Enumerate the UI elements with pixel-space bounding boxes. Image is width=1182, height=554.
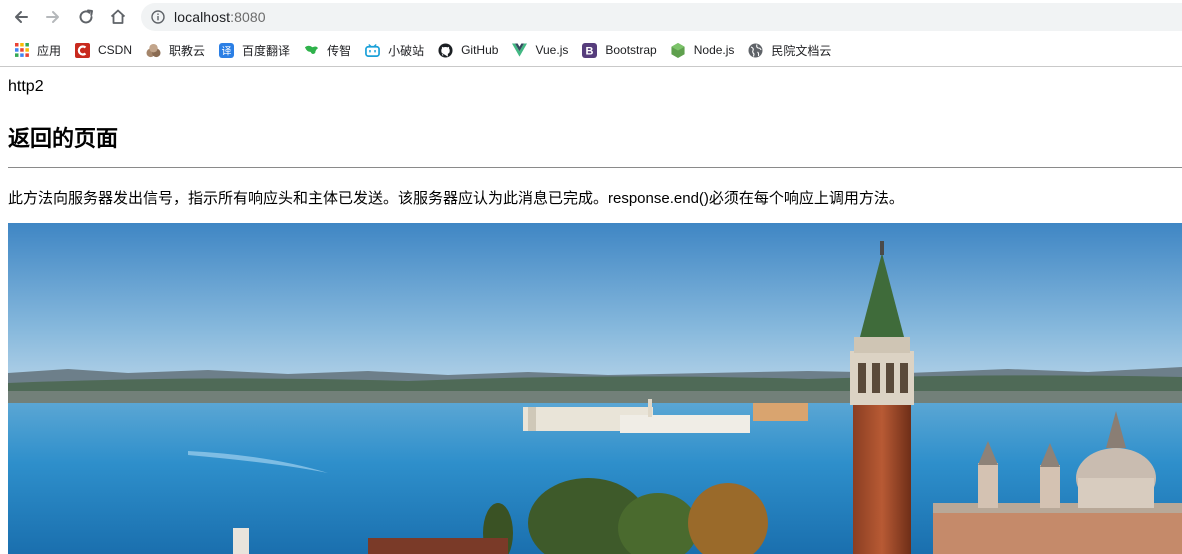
bookmark-minyuan-doc-cloud[interactable]: 民院文档云 bbox=[748, 39, 831, 61]
url-host: localhost bbox=[174, 9, 231, 25]
url-port: :8080 bbox=[230, 9, 266, 25]
bookmark-vuejs[interactable]: Vue.js bbox=[512, 39, 568, 61]
divider bbox=[8, 167, 1182, 168]
home-button[interactable] bbox=[106, 5, 130, 29]
bookmark-bootstrap[interactable]: B Bootstrap bbox=[582, 39, 657, 61]
apps-grid-icon bbox=[14, 43, 29, 58]
forward-button[interactable] bbox=[41, 5, 65, 29]
page-heading: 返回的页面 bbox=[8, 126, 119, 151]
back-button[interactable] bbox=[9, 5, 33, 29]
arrow-left-icon bbox=[15, 11, 28, 23]
url-text[interactable]: localhost:8080 bbox=[174, 9, 266, 25]
bookmark-label: 民院文档云 bbox=[771, 43, 832, 58]
bookmark-label: 小破站 bbox=[388, 43, 425, 58]
bookmark-bilibili[interactable]: 小破站 bbox=[365, 39, 424, 61]
bookmarks-bar: 应用 CSDN 职教云 译 百度翻译 传智 小破站 GitHub Vue.js … bbox=[0, 34, 1182, 67]
browser-toolbar: localhost:8080 bbox=[0, 0, 1182, 34]
bilibili-icon bbox=[365, 43, 380, 58]
bookmark-chuanzhi[interactable]: 传智 bbox=[304, 39, 351, 61]
protocol-text: http2 bbox=[8, 78, 44, 95]
address-bar[interactable]: localhost:8080 bbox=[141, 3, 1182, 31]
csdn-icon bbox=[75, 42, 91, 58]
bookmark-csdn[interactable]: CSDN bbox=[75, 39, 132, 61]
bookmark-label: 传智 bbox=[327, 43, 352, 58]
bootstrap-icon: B bbox=[582, 42, 598, 58]
info-icon[interactable] bbox=[151, 10, 165, 24]
home-icon bbox=[110, 9, 126, 24]
bookmark-apps[interactable]: 应用 bbox=[14, 39, 61, 61]
venice-photo bbox=[8, 223, 1182, 554]
vue-icon bbox=[512, 43, 528, 58]
bookmark-zhijiaoyun[interactable]: 职教云 bbox=[146, 39, 205, 61]
bookmark-nodejs[interactable]: Node.js bbox=[671, 39, 735, 61]
globe-icon bbox=[748, 43, 763, 58]
bookmark-label: 职教云 bbox=[169, 43, 206, 58]
bookmark-label: 百度翻译 bbox=[242, 43, 291, 58]
page-content: http2 返回的页面 此方法向服务器发出信号，指示所有响应头和主体已发送。该服… bbox=[8, 67, 1182, 554]
reload-icon bbox=[79, 9, 93, 24]
bookmark-label: 应用 bbox=[37, 43, 62, 58]
bookmark-label: CSDN bbox=[98, 43, 133, 57]
bookmark-label: Vue.js bbox=[535, 43, 569, 57]
github-icon bbox=[438, 42, 453, 58]
zhijiaoyun-icon bbox=[146, 43, 161, 58]
description-paragraph: 此方法向服务器发出信号，指示所有响应头和主体已发送。该服务器应认为此消息已完成。… bbox=[8, 190, 904, 207]
bookmark-label: Bootstrap bbox=[605, 43, 657, 57]
baidu-translate-icon: 译 bbox=[219, 42, 235, 58]
nodejs-icon bbox=[671, 42, 686, 58]
arrow-right-icon bbox=[46, 11, 59, 23]
bookmark-github[interactable]: GitHub bbox=[438, 39, 498, 61]
reload-button[interactable] bbox=[74, 5, 98, 29]
chuanzhi-icon bbox=[304, 43, 319, 58]
bookmark-label: Node.js bbox=[693, 43, 735, 57]
svg-text:译: 译 bbox=[222, 45, 232, 57]
svg-text:B: B bbox=[586, 45, 594, 57]
bookmark-baidu-translate[interactable]: 译 百度翻译 bbox=[219, 39, 290, 61]
bookmark-label: GitHub bbox=[461, 43, 499, 57]
